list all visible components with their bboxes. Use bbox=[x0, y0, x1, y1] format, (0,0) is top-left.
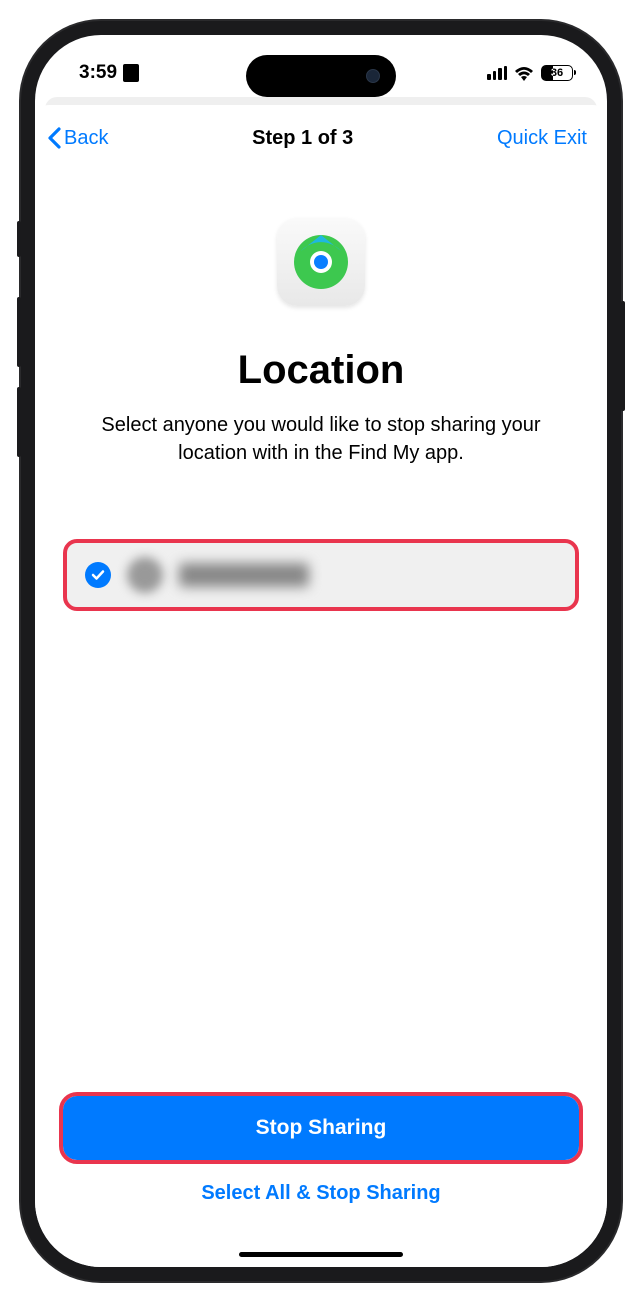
phone-side-button-right bbox=[621, 301, 625, 411]
person-list bbox=[63, 539, 579, 611]
person-row[interactable] bbox=[63, 539, 579, 611]
person-name-redacted bbox=[179, 563, 309, 587]
main-content: Location Select anyone you would like to… bbox=[35, 170, 607, 1096]
select-all-stop-sharing-button[interactable]: Select All & Stop Sharing bbox=[63, 1160, 579, 1227]
findmy-icon bbox=[291, 232, 351, 292]
cellular-signal-icon bbox=[487, 66, 507, 80]
sheet-content: Back Step 1 of 3 Quick Exit Location Sel… bbox=[35, 105, 607, 1267]
battery-percent: 36 bbox=[551, 67, 563, 79]
findmy-app-icon bbox=[277, 218, 365, 306]
page-description: Select anyone you would like to stop sha… bbox=[63, 411, 579, 467]
back-button[interactable]: Back bbox=[47, 127, 108, 150]
quick-exit-button[interactable]: Quick Exit bbox=[497, 127, 587, 150]
back-label: Back bbox=[64, 127, 108, 150]
phone-side-buttons-left bbox=[17, 221, 21, 477]
portrait-lock-icon bbox=[123, 64, 139, 82]
bottom-actions: Stop Sharing Select All & Stop Sharing bbox=[35, 1096, 607, 1267]
nav-bar: Back Step 1 of 3 Quick Exit bbox=[35, 105, 607, 170]
battery-icon: 36 bbox=[541, 65, 573, 81]
status-left: 3:59 bbox=[79, 62, 139, 84]
dynamic-island bbox=[246, 55, 396, 97]
screen: 3:59 36 bbox=[35, 35, 607, 1267]
checkmark-icon bbox=[91, 568, 105, 582]
stop-sharing-button[interactable]: Stop Sharing bbox=[63, 1096, 579, 1160]
chevron-left-icon bbox=[47, 127, 62, 149]
nav-title: Step 1 of 3 bbox=[252, 127, 353, 150]
phone-frame: 3:59 36 bbox=[21, 21, 621, 1281]
home-indicator[interactable] bbox=[239, 1252, 403, 1257]
status-time: 3:59 bbox=[79, 62, 117, 84]
checkbox-checked[interactable] bbox=[85, 562, 111, 588]
wifi-icon bbox=[514, 65, 534, 81]
person-avatar bbox=[127, 557, 163, 593]
page-title: Location bbox=[238, 348, 405, 393]
status-right: 36 bbox=[487, 65, 573, 81]
front-camera bbox=[366, 69, 380, 83]
